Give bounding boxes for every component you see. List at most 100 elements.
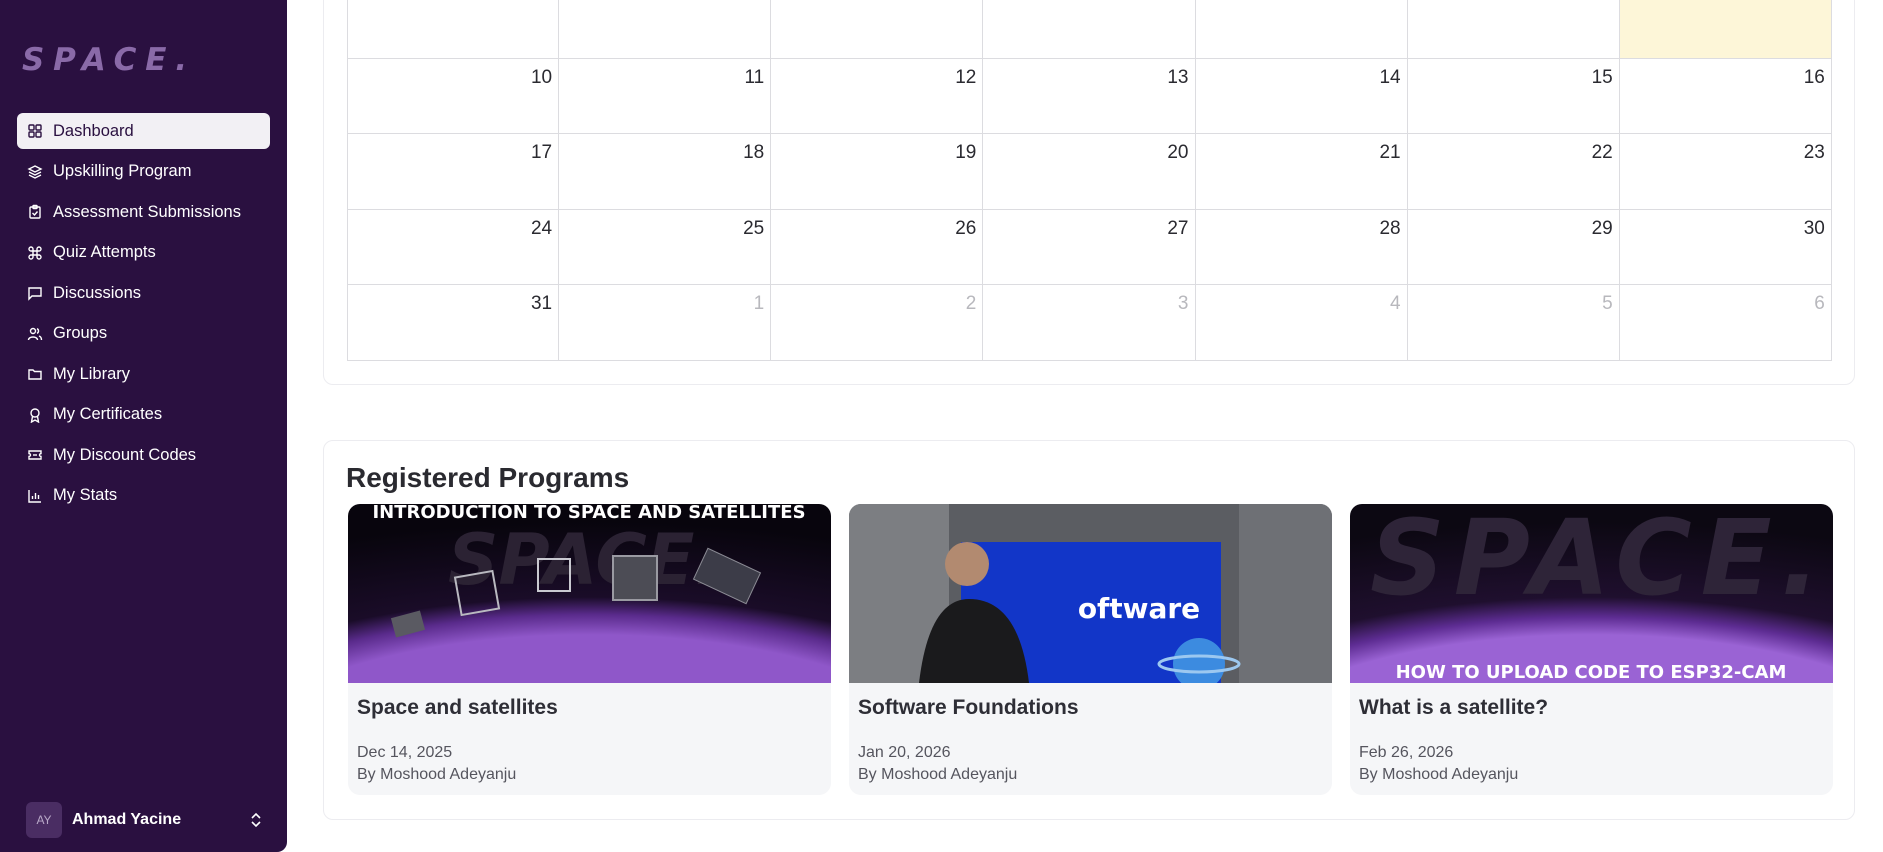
svg-text:SPACE.: SPACE. <box>1370 504 1820 619</box>
calendar-day[interactable]: 4 <box>1195 285 1408 361</box>
calendar-week: 17 18 19 20 21 22 23 <box>347 134 1832 210</box>
sidebar-item-discussions[interactable]: Discussions <box>17 275 270 311</box>
chevron-up-down-icon[interactable] <box>250 811 262 829</box>
sidebar-item-my-library[interactable]: My Library <box>17 356 270 392</box>
sidebar-item-upskilling-program[interactable]: Upskilling Program <box>17 154 270 190</box>
bar-chart-icon <box>27 488 43 504</box>
sidebar-item-my-stats[interactable]: My Stats <box>17 478 270 514</box>
calendar-day[interactable]: 6 <box>983 0 1196 59</box>
course-thumbnail: oftware <box>849 504 1332 683</box>
calendar-day[interactable]: 2 <box>771 285 984 361</box>
sidebar-item-label: My Stats <box>53 486 118 504</box>
calendar-week: 24 25 26 27 28 29 30 <box>347 209 1832 285</box>
user-menu[interactable]: AY Ahmad Yacine <box>26 802 262 838</box>
clipboard-check-icon <box>27 204 43 220</box>
calendar-week: 31 1 2 3 4 5 6 <box>347 285 1832 361</box>
calendar-day[interactable]: 16 <box>1619 58 1832 134</box>
users-icon <box>27 326 43 342</box>
sidebar-item-label: Dashboard <box>53 121 134 140</box>
day-number: 29 <box>1591 217 1613 239</box>
sidebar: SPACE. Dashboard Upskilling Program Assess… <box>0 0 287 852</box>
sidebar-item-label: My Discount Codes <box>53 445 197 464</box>
course-thumbnail: SPACE. HOW TO UPLOAD CODE TO ESP32-CAM <box>1350 504 1833 683</box>
day-number: 27 <box>1167 217 1189 239</box>
day-number: 19 <box>955 142 977 163</box>
day-number: 2 <box>965 293 977 314</box>
day-number: 25 <box>743 217 765 239</box>
calendar-day[interactable]: 24 <box>347 209 560 285</box>
calendar-day[interactable]: 7 <box>1195 0 1408 59</box>
course-author: By Moshood Adeyanju <box>357 766 517 783</box>
calendar-day[interactable]: 17 <box>347 134 560 210</box>
svg-text:HOW TO UPLOAD CODE TO ESP32-CA: HOW TO UPLOAD CODE TO ESP32-CAM <box>1396 662 1787 683</box>
calendar-day[interactable]: 23 <box>1619 134 1832 210</box>
day-number: 23 <box>1803 142 1825 163</box>
sidebar-item-label: Discussions <box>53 283 142 302</box>
course-card[interactable]: oftware Software Foundations Jan 20, 202… <box>849 504 1332 795</box>
svg-text:SPACE.: SPACE. <box>22 44 188 74</box>
course-title[interactable]: What is a satellite? <box>1359 696 1548 720</box>
sidebar-item-quiz-attempts[interactable]: Quiz Attempts <box>17 235 270 271</box>
calendar-day[interactable]: 14 <box>1195 58 1408 134</box>
space-logo[interactable]: SPACE. <box>22 42 192 78</box>
message-square-icon <box>27 285 43 301</box>
calendar-day[interactable]: 19 <box>771 134 984 210</box>
calendar-day[interactable]: 8 <box>1407 0 1620 59</box>
day-number: 11 <box>744 66 765 88</box>
sidebar-item-label: My Certificates <box>53 405 163 423</box>
calendar-day[interactable]: 26 <box>771 209 984 285</box>
day-number: 15 <box>1591 66 1613 88</box>
calendar-day[interactable]: 28 <box>1195 209 1408 285</box>
calendar-day[interactable]: 27 <box>983 209 1196 285</box>
calendar-day[interactable]: 3 <box>983 285 1196 361</box>
course-card[interactable]: SPACE. INTRODUCTION TO SPACE AND SATELLI… <box>348 504 831 795</box>
calendar-day[interactable]: 11 <box>559 58 772 134</box>
calendar-day[interactable]: 10 <box>347 58 560 134</box>
calendar-day[interactable]: 3 <box>347 0 560 59</box>
ticket-icon <box>27 447 43 463</box>
calendar-day[interactable]: 30 <box>1619 209 1832 285</box>
calendar-day[interactable]: 5 <box>771 0 984 59</box>
calendar-day[interactable]: 21 <box>1195 134 1408 210</box>
day-number: 10 <box>530 66 553 88</box>
calendar-day[interactable]: 31 <box>347 285 560 361</box>
calendar-day[interactable]: 25 <box>559 209 772 285</box>
day-number: 3 <box>1177 293 1189 314</box>
calendar-day[interactable]: 6 <box>1619 285 1832 361</box>
grid-icon <box>27 123 43 139</box>
sidebar-item-assessment-submissions[interactable]: Assessment Submissions <box>17 194 270 230</box>
course-date: Dec 14, 2025 <box>357 744 453 761</box>
calendar-day[interactable]: 4 <box>559 0 772 59</box>
sidebar-item-label: Quiz Attempts <box>53 243 156 261</box>
day-number: 24 <box>530 217 553 239</box>
calendar-day[interactable]: 15 <box>1407 58 1620 134</box>
sidebar-item-groups[interactable]: Groups <box>17 316 270 352</box>
sidebar-item-dashboard[interactable]: Dashboard <box>17 113 270 149</box>
day-number: 16 <box>1803 66 1825 88</box>
calendar-day-today[interactable]: 9 <box>1619 0 1832 59</box>
course-date: Jan 20, 2026 <box>858 744 951 761</box>
course-card[interactable]: SPACE. HOW TO UPLOAD CODE TO ESP32-CAM W… <box>1350 504 1833 795</box>
sidebar-item-label: My Library <box>53 364 131 383</box>
calendar-day[interactable]: 5 <box>1407 285 1620 361</box>
sidebar-item-my-certificates[interactable]: My Certificates <box>17 397 270 433</box>
avatar: AY <box>26 802 62 838</box>
day-number: 5 <box>1602 293 1613 314</box>
calendar-day[interactable]: 13 <box>983 58 1196 134</box>
day-number: 13 <box>1167 66 1189 88</box>
calendar-day[interactable]: 20 <box>983 134 1196 210</box>
command-icon <box>27 245 43 261</box>
calendar-week: 3456789 <box>347 0 1832 59</box>
calendar-day[interactable]: 22 <box>1407 134 1620 210</box>
sidebar-item-my-discount-codes[interactable]: My Discount Codes <box>17 437 270 473</box>
calendar-day[interactable]: 12 <box>771 58 984 134</box>
calendar-day[interactable]: 1 <box>559 285 772 361</box>
day-number: 20 <box>1167 142 1189 163</box>
course-title[interactable]: Space and satellites <box>357 696 558 720</box>
calendar-day[interactable]: 29 <box>1407 209 1620 285</box>
calendar-day[interactable]: 18 <box>559 134 772 210</box>
day-number: 1 <box>753 293 765 314</box>
svg-text:SPACE.: SPACE. <box>448 519 721 601</box>
course-title[interactable]: Software Foundations <box>858 696 1079 720</box>
day-number: 22 <box>1591 142 1613 163</box>
